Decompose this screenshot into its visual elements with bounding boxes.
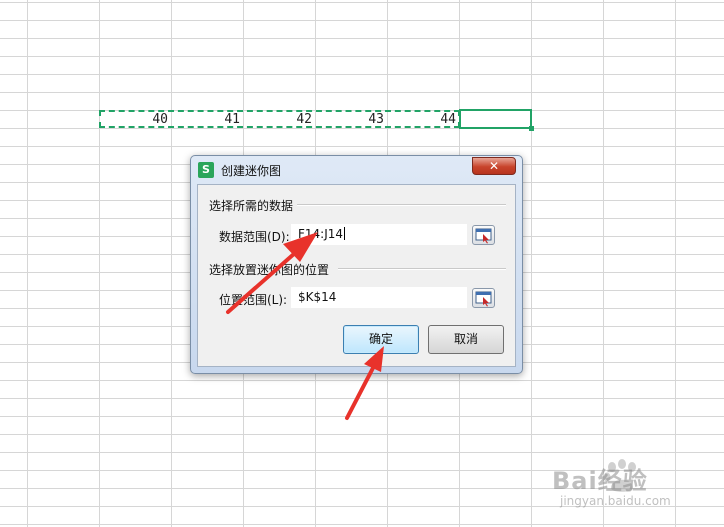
watermark-url: jingyan.baidu.com: [560, 494, 671, 508]
red-arrow-to-range: [226, 232, 318, 314]
baidu-watermark: Bai经验 jingyan.baidu.com: [552, 458, 722, 524]
red-arrow-to-ok: [345, 346, 384, 420]
annotation-arrows: [226, 232, 384, 420]
watermark-brand: Bai经验: [552, 467, 648, 495]
